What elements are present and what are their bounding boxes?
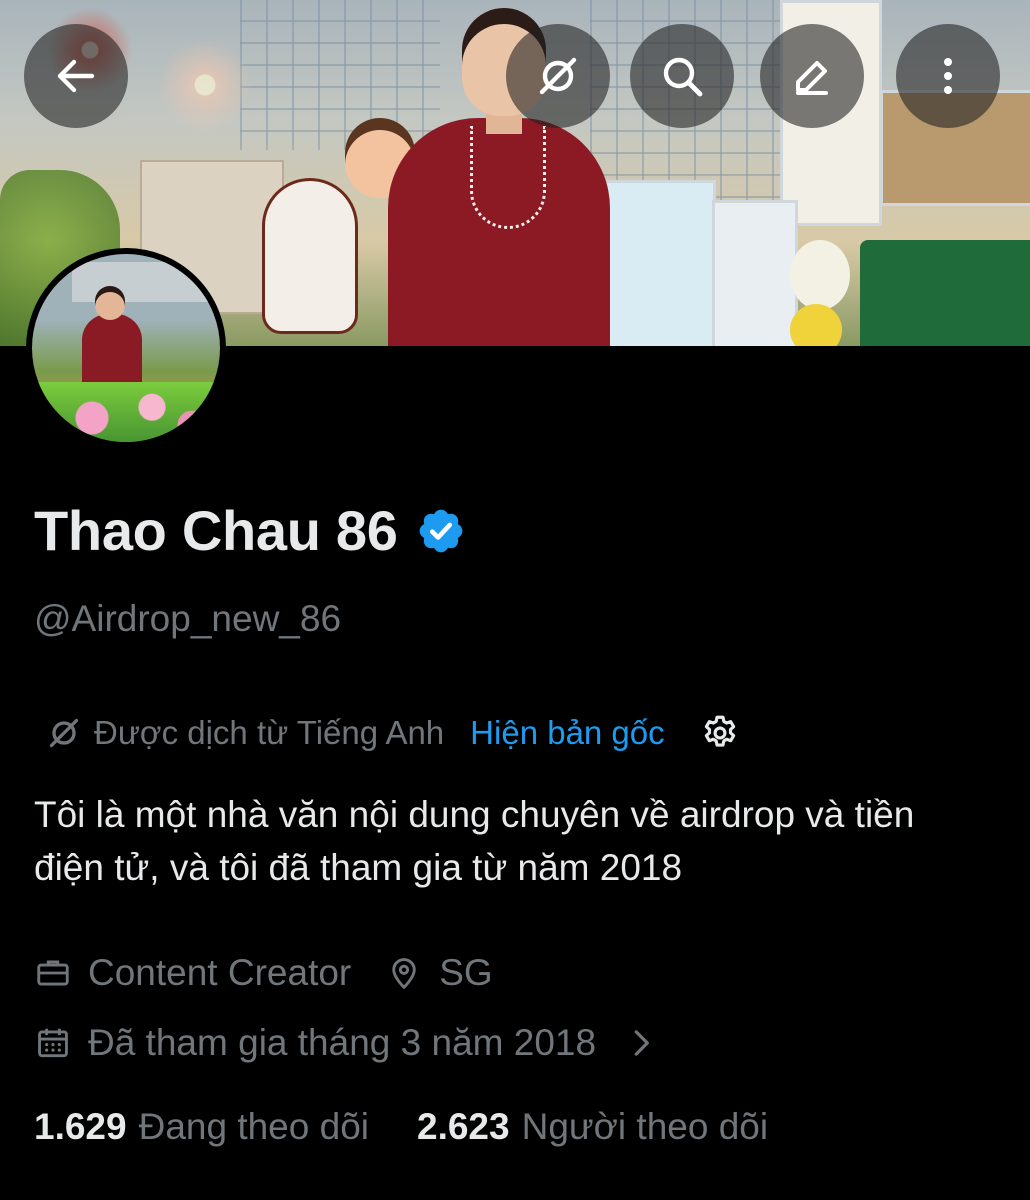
chevron-right-icon[interactable] — [622, 1024, 660, 1062]
banner-horse-illustration — [262, 178, 358, 334]
banner-firework — [150, 30, 260, 140]
location-label: SG — [439, 952, 493, 993]
back-button[interactable] — [24, 24, 128, 128]
translation-row: Được dịch từ Tiếng Anh Hiện bản gốc — [44, 708, 741, 758]
translation-settings-button[interactable] — [699, 712, 741, 754]
gear-icon — [704, 715, 735, 747]
profession-label: Content Creator — [88, 952, 352, 993]
translate-off-icon — [539, 57, 577, 95]
banner-necklace — [470, 126, 546, 229]
arrow-left-icon — [57, 59, 95, 93]
translate-toggle-button[interactable] — [506, 24, 610, 128]
search-button[interactable] — [630, 24, 734, 128]
verified-badge-icon — [419, 509, 462, 552]
more-button[interactable] — [896, 24, 1000, 128]
avatar-person-head — [95, 286, 125, 320]
following-link[interactable]: 1.629 Đang theo dõi — [34, 1106, 369, 1148]
banner-doctor-poster — [712, 200, 798, 346]
banner-building-windows — [240, 0, 440, 150]
edit-button[interactable] — [760, 24, 864, 128]
calendar-icon — [34, 1024, 72, 1062]
avatar-building — [72, 262, 212, 302]
avatar-flowers — [32, 382, 220, 442]
verified-badge[interactable] — [416, 506, 466, 556]
followers-count: 2.623 — [417, 1106, 510, 1147]
banner-balloon — [790, 304, 842, 346]
more-vertical-icon — [944, 58, 952, 94]
following-count: 1.629 — [34, 1106, 127, 1147]
briefcase-icon — [34, 954, 72, 992]
profile-meta-work-location: Content Creator SG — [34, 952, 493, 994]
banner-balloon — [790, 240, 850, 310]
banner-doctor-poster — [600, 180, 716, 346]
follow-stats: 1.629 Đang theo dõi 2.623 Người theo dõi — [34, 1106, 816, 1148]
profile-meta-joined[interactable]: Đã tham gia tháng 3 năm 2018 — [34, 1022, 660, 1064]
edit-icon — [796, 61, 828, 95]
followers-link[interactable]: 2.623 Người theo dõi — [417, 1106, 768, 1148]
profile-bio: Tôi là một nhà văn nội dung chuyên về ai… — [34, 794, 915, 888]
joined-date: Đã tham gia tháng 3 năm 2018 — [88, 1022, 597, 1063]
profile-handle: @Airdrop_new_86 — [34, 598, 342, 639]
show-original-link[interactable]: Hiện bản gốc — [470, 714, 664, 752]
name-row: Thao Chau 86 — [34, 498, 466, 563]
display-name: Thao Chau 86 — [34, 499, 398, 562]
translation-note: Được dịch từ Tiếng Anh — [94, 714, 445, 751]
search-icon — [663, 57, 703, 97]
banner-green-board — [860, 240, 1030, 346]
followers-label: Người theo dõi — [521, 1106, 769, 1147]
location-pin-icon — [385, 954, 423, 992]
following-label: Đang theo dõi — [138, 1106, 369, 1147]
avatar[interactable] — [26, 248, 226, 448]
translate-icon — [44, 713, 94, 753]
